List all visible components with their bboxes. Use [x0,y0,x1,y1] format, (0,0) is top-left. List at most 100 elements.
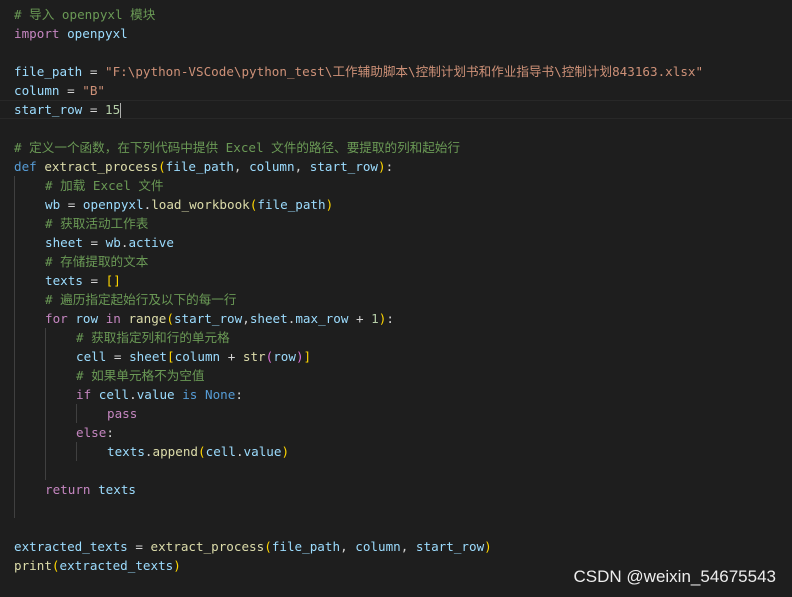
code-line[interactable]: texts = [] [45,271,121,290]
code-line[interactable]: for row in range(start_row,sheet.max_row… [45,309,394,328]
code-line[interactable]: else: [76,423,114,442]
code-token: # 定义一个函数，在下列代码中提供 Excel 文件的路径、要提取的列和起始行 [14,140,461,155]
code-token: ) [295,349,304,364]
code-line[interactable]: pass [107,404,137,423]
code-line[interactable]: file_path = "F:\python-VSCode\python_tes… [14,62,703,81]
code-token: value [136,387,175,402]
code-token: def [14,159,37,174]
code-token: for [45,311,68,326]
code-token: . [129,387,137,402]
code-token: ) [484,539,492,554]
indent-guide [45,328,46,480]
code-token: file_path [271,539,341,554]
code-token: extract_process [44,159,159,174]
code-token: column [174,349,221,364]
code-token: row [273,349,296,364]
code-token: extracted_texts [59,558,174,573]
code-editor[interactable]: # 导入 openpyxl 模块 import openpyxl file_path… [0,0,792,597]
code-line[interactable]: texts.append(cell.value) [107,442,289,461]
code-line[interactable]: print(extracted_texts) [14,556,181,575]
code-line[interactable]: import openpyxl [14,24,128,43]
code-token: ) [281,444,290,459]
code-token: = [82,102,105,117]
code-token: # 遍历指定起始行及以下的每一行 [45,292,237,307]
code-token: start_row [415,539,485,554]
code-line[interactable]: # 获取指定列和行的单元格 [76,328,230,347]
code-token: # 存储提取的文本 [45,254,149,269]
code-token: ] [303,349,312,364]
code-line[interactable]: # 获取活动工作表 [45,214,148,233]
code-line[interactable]: return texts [45,480,136,499]
code-token: # 获取指定列和行的单元格 [76,330,230,345]
code-token: if [76,387,92,402]
code-token: load_workbook [151,197,250,212]
code-line[interactable]: # 导入 openpyxl 模块 [14,5,155,24]
code-token: file_path [257,197,326,212]
code-line[interactable]: # 存储提取的文本 [45,252,148,271]
code-token: cell [98,387,130,402]
code-token: + [220,349,243,364]
code-line[interactable]: column = "B" [14,81,105,100]
code-token: ) [173,558,181,573]
code-line[interactable]: if cell.value is None: [76,385,243,404]
code-token: import [14,26,60,41]
code-line[interactable]: cell = sheet[column + str(row)] [76,347,311,366]
code-token: = [82,64,105,79]
code-token: else [76,425,107,440]
code-token: ( [264,539,272,554]
code-token: , [242,311,250,326]
code-token: # 导入 openpyxl 模块 [14,7,156,22]
code-token: sheet [249,311,288,326]
code-line[interactable]: # 如果单元格不为空值 [76,366,205,385]
code-token: file_path [165,159,234,174]
code-token: ( [51,558,60,573]
code-token: str [242,349,266,364]
code-token: : [106,425,114,440]
code-token: ) [325,197,334,212]
code-token: = [59,83,83,98]
code-token: openpyxl [82,197,144,212]
code-token: # 如果单元格不为空值 [76,368,205,383]
code-token: print [14,558,52,573]
code-line[interactable]: # 遍历指定起始行及以下的每一行 [45,290,236,309]
code-line[interactable]: wb = openpyxl.load_workbook(file_path) [45,195,333,214]
code-token: : [235,387,243,402]
code-token: start_row [173,311,243,326]
csdn-watermark: CSDN @weixin_54675543 [573,567,776,586]
code-token: start_row [309,159,379,174]
code-token: active [128,235,174,250]
code-token: = [127,539,151,554]
code-token: . [235,444,244,459]
code-token: file_path [14,64,83,79]
code-token: row [75,311,99,326]
code-token: "F:\python-VSCode\python_test\工作辅助脚本\控制计… [105,64,704,79]
code-line[interactable]: def extract_process(file_path, column, s… [14,157,393,176]
code-token: None [204,387,236,402]
code-line[interactable]: sheet = wb.active [45,233,174,252]
code-token: + [348,311,372,326]
code-line[interactable]: # 定义一个函数，在下列代码中提供 Excel 文件的路径、要提取的列和起始行 [14,138,460,157]
code-line[interactable]: extracted_texts = extract_process(file_p… [14,537,492,556]
code-token: = [82,273,106,288]
code-token: in [105,311,121,326]
code-token: ) [378,159,386,174]
code-token: [ [167,349,175,364]
text-cursor [120,103,122,118]
code-token: return [45,482,91,497]
code-line[interactable]: # 加载 Excel 文件 [45,176,164,195]
code-token: append [152,444,199,459]
indent-guide [76,442,77,461]
code-token: extract_process [150,539,265,554]
code-token: , [340,539,356,554]
code-token: , [400,539,416,554]
code-line[interactable]: start_row = 15 [14,100,122,119]
code-token: , [294,159,310,174]
code-token: column [249,159,295,174]
code-token: : [385,159,394,174]
code-token: wb [105,235,121,250]
